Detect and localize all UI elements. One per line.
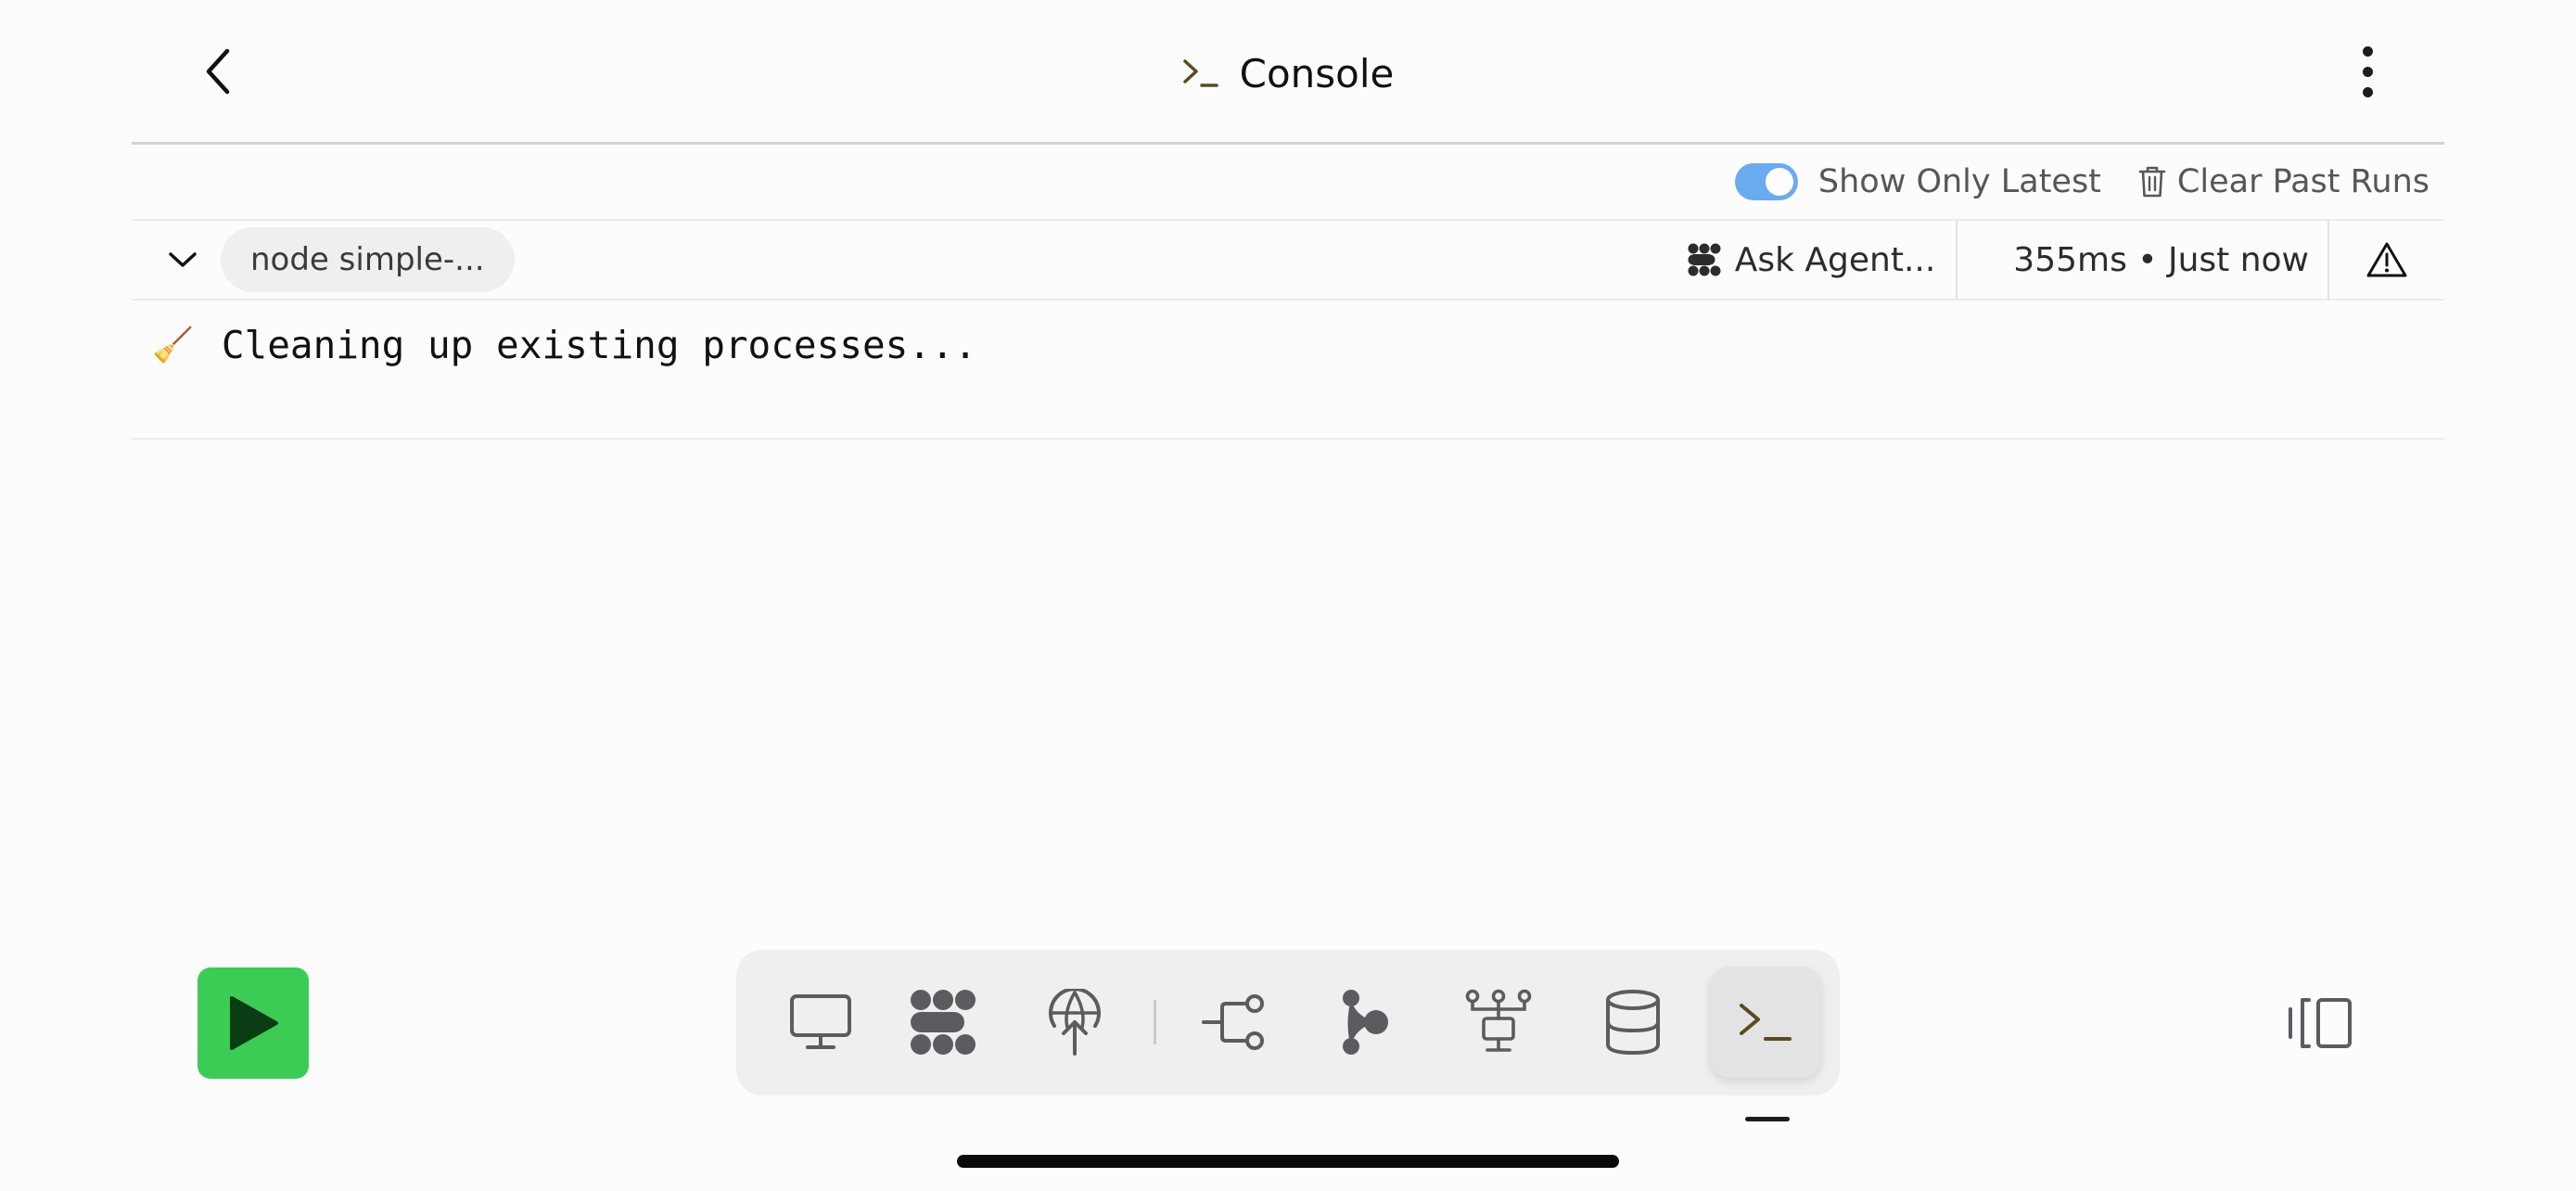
more-options-button[interactable] bbox=[2344, 37, 2391, 106]
dock-divider bbox=[1154, 1000, 1156, 1044]
dock-item-database[interactable] bbox=[1577, 967, 1689, 1078]
clear-past-runs-label: Clear Past Runs bbox=[2176, 163, 2429, 200]
dock-item-networking[interactable] bbox=[1443, 967, 1554, 1078]
git-branch-icon bbox=[1202, 994, 1264, 1050]
tool-dock bbox=[736, 950, 1840, 1095]
chevron-down-icon bbox=[169, 252, 197, 267]
console-controls: Show Only Latest Clear Past Runs bbox=[132, 145, 2444, 221]
deploy-globe-icon bbox=[1049, 989, 1101, 1056]
panel-layout-icon bbox=[2289, 998, 2352, 1048]
show-only-latest-toggle[interactable] bbox=[1734, 163, 1798, 200]
play-icon bbox=[230, 996, 278, 1050]
header: Console bbox=[132, 0, 2444, 145]
more-vertical-icon bbox=[2362, 45, 2373, 57]
collapse-run-button[interactable] bbox=[150, 227, 215, 292]
command-chip[interactable]: node simple-... bbox=[221, 227, 515, 292]
trash-icon bbox=[2138, 166, 2166, 198]
dock-item-console[interactable] bbox=[1710, 967, 1821, 1078]
clear-past-runs-button[interactable]: Clear Past Runs bbox=[2138, 163, 2429, 200]
active-tab-indicator bbox=[1745, 1117, 1790, 1121]
warnings-button[interactable] bbox=[2329, 220, 2444, 300]
dock-item-deploy[interactable] bbox=[1019, 967, 1130, 1078]
monitor-icon bbox=[790, 994, 851, 1049]
console-screen: Console Show Only Latest Clear Past Runs bbox=[0, 0, 2576, 1191]
terminal-icon bbox=[1740, 1004, 1792, 1041]
agent-icon bbox=[1688, 243, 1721, 276]
ask-agent-button[interactable]: Ask Agent... bbox=[1666, 220, 1957, 300]
database-icon bbox=[1606, 990, 1660, 1056]
page-title: Console bbox=[1239, 50, 1395, 96]
console-output: 🧹 Cleaning up existing processes... bbox=[132, 301, 2444, 440]
ask-agent-label: Ask Agent... bbox=[1734, 240, 1936, 279]
page-title-group: Console bbox=[132, 41, 2444, 106]
dock-item-agent[interactable] bbox=[887, 967, 999, 1078]
warning-icon bbox=[2366, 242, 2407, 277]
terminal-icon bbox=[1182, 59, 1218, 87]
network-icon bbox=[1465, 989, 1532, 1052]
agent-icon bbox=[911, 990, 976, 1055]
run-timing: 355ms • Just now bbox=[2013, 240, 2309, 279]
run-entry: node simple-... Ask Agent... 355ms • Jus… bbox=[132, 220, 2444, 301]
dock-item-workflows[interactable] bbox=[1309, 967, 1421, 1078]
workflow-icon bbox=[1343, 990, 1388, 1055]
show-only-latest-label: Show Only Latest bbox=[1817, 163, 2101, 200]
dock-item-git[interactable] bbox=[1179, 967, 1290, 1078]
home-indicator bbox=[957, 1155, 1619, 1168]
toggle-panel-button[interactable] bbox=[2283, 991, 2357, 1056]
log-line: 🧹 Cleaning up existing processes... bbox=[152, 323, 976, 367]
broom-icon: 🧹 bbox=[152, 327, 194, 365]
dock-item-preview[interactable] bbox=[765, 967, 876, 1078]
run-button[interactable] bbox=[198, 967, 309, 1079]
log-line-text: Cleaning up existing processes... bbox=[221, 323, 977, 367]
